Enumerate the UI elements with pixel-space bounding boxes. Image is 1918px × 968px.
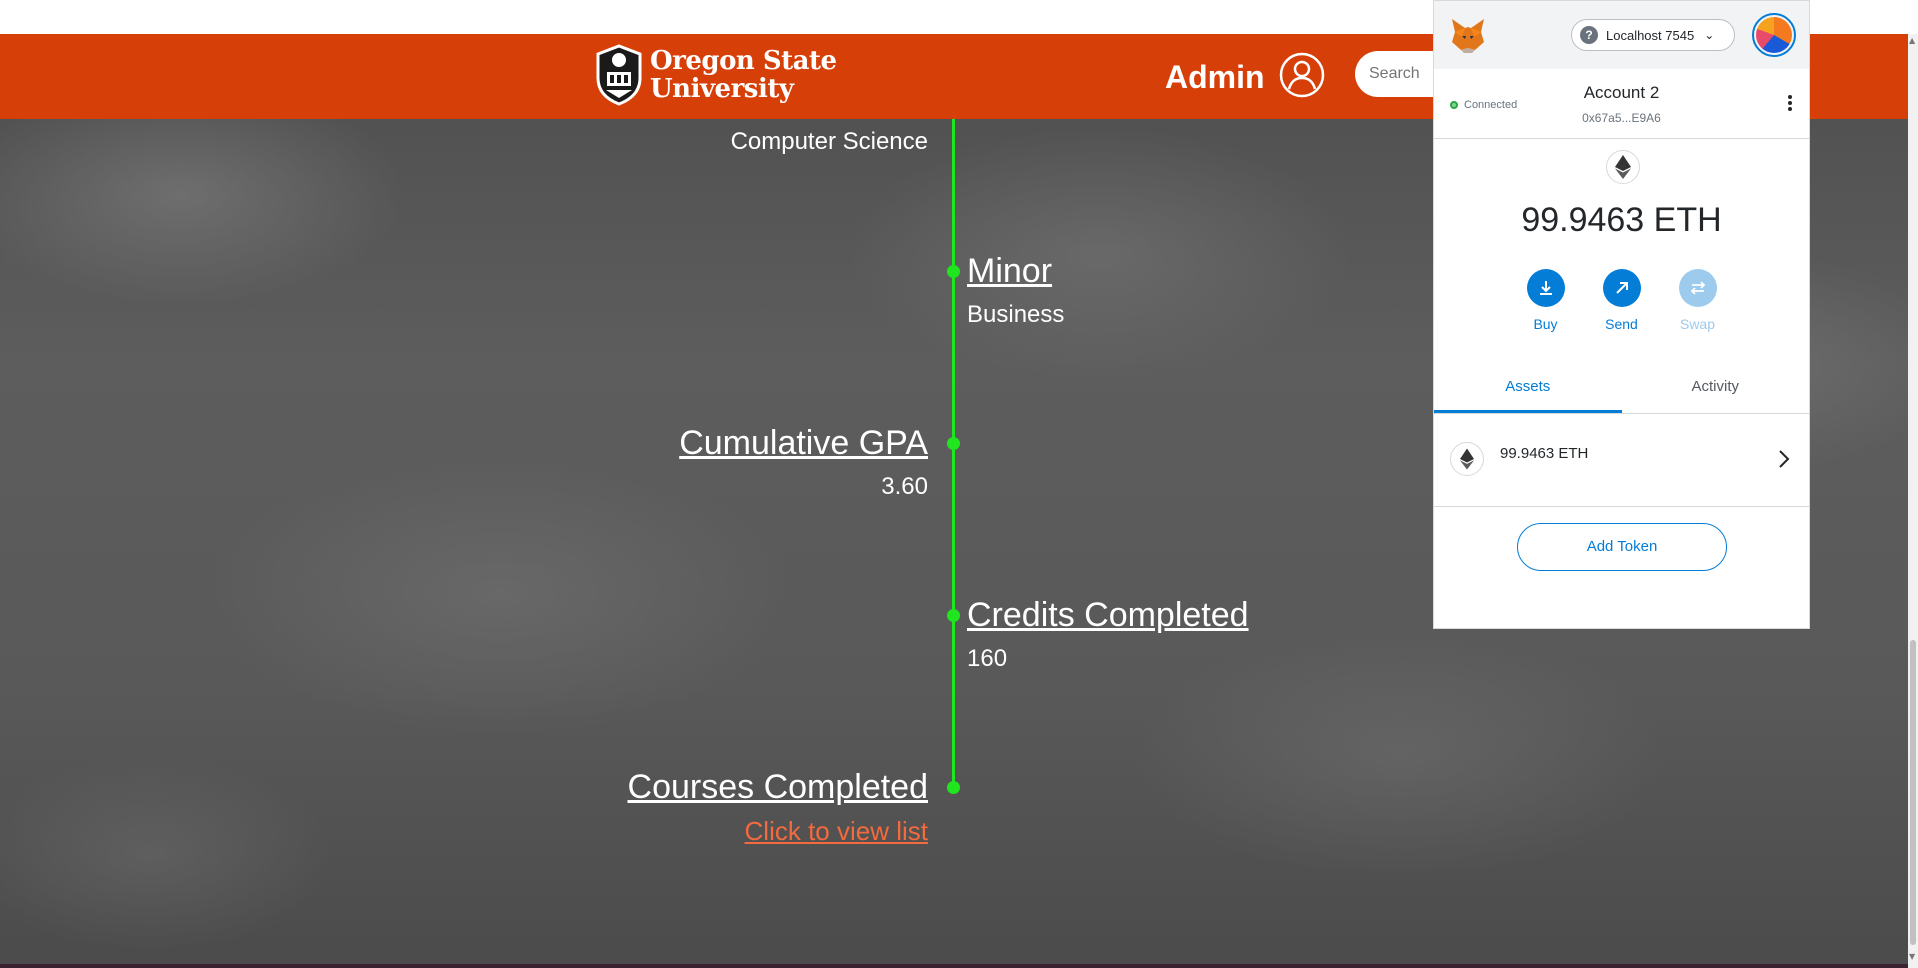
logo-line2: University — [650, 74, 794, 104]
tab-activity[interactable]: Activity — [1622, 366, 1810, 413]
courses-title: Courses Completed — [627, 768, 928, 806]
network-selector[interactable]: ? Localhost 7545 ⌄ — [1571, 19, 1735, 51]
account-avatar[interactable] — [1752, 13, 1796, 57]
send-button[interactable]: Send — [1584, 269, 1660, 332]
taskbar-edge — [0, 964, 1908, 968]
network-label: Localhost 7545 — [1606, 27, 1695, 43]
swap-icon — [1678, 269, 1717, 307]
osu-seal-icon — [596, 44, 642, 106]
wallet-tabs: Assets Activity — [1434, 366, 1809, 414]
account-name[interactable]: Account 2 — [1434, 83, 1809, 103]
admin-account[interactable]: Admin — [1165, 52, 1325, 102]
swap-button[interactable]: Swap — [1660, 269, 1736, 332]
asset-label: 99.9463 ETH — [1500, 445, 1589, 462]
arrow-up-right-icon — [1602, 269, 1641, 307]
wallet-actions: Buy Send Swap — [1434, 269, 1809, 332]
timeline-dot — [947, 265, 960, 278]
eth-icon — [1450, 442, 1484, 476]
metamask-popup: ? Localhost 7545 ⌄ Connected Account 2 0… — [1433, 0, 1810, 629]
search-input[interactable] — [1369, 65, 1439, 83]
metamask-fox-icon[interactable] — [1448, 15, 1488, 60]
timeline-line — [952, 119, 955, 789]
asset-row[interactable]: 99.9463 ETH — [1434, 415, 1809, 507]
chevron-down-icon: ⌄ — [1704, 28, 1715, 42]
view-courses-link[interactable]: Click to view list — [678, 816, 928, 847]
timeline-dot — [947, 781, 960, 794]
scroll-up-icon[interactable]: ▲ — [1909, 36, 1915, 45]
minor-title: Minor — [967, 252, 1053, 290]
question-icon: ? — [1580, 26, 1598, 44]
gpa-value: 3.60 — [881, 473, 928, 500]
scrollbar-thumb[interactable] — [1910, 640, 1916, 945]
gpa-title: Cumulative GPA — [679, 424, 928, 462]
metamask-header: ? Localhost 7545 ⌄ — [1434, 1, 1809, 69]
user-circle-icon[interactable] — [1279, 52, 1325, 102]
buy-button[interactable]: Buy — [1508, 269, 1584, 332]
minor-value: Business — [967, 301, 1065, 328]
chevron-right-icon — [1778, 449, 1790, 474]
kebab-menu-icon[interactable] — [1788, 95, 1792, 113]
swap-label: Swap — [1679, 316, 1716, 332]
admin-label: Admin — [1165, 58, 1265, 95]
major-value: Computer Science — [730, 128, 928, 155]
eth-balance: 99.9463 ETH — [1521, 201, 1722, 239]
download-icon — [1526, 269, 1565, 307]
logo-text: Oregon State University — [650, 47, 837, 103]
eth-icon — [1606, 150, 1640, 184]
osu-logo[interactable]: Oregon State University — [594, 44, 837, 106]
account-bar: Connected Account 2 0x67a5...E9A6 — [1434, 69, 1809, 139]
avatar-identicon — [1756, 17, 1792, 53]
credits-value: 160 — [967, 645, 1008, 672]
buy-label: Buy — [1533, 316, 1558, 332]
tab-assets[interactable]: Assets — [1434, 366, 1622, 413]
timeline-dot — [947, 437, 960, 450]
account-address[interactable]: 0x67a5...E9A6 — [1434, 111, 1809, 125]
add-token-button[interactable]: Add Token — [1517, 523, 1727, 571]
scroll-down-icon[interactable]: ▼ — [1909, 952, 1915, 961]
credits-title: Credits Completed — [967, 596, 1249, 634]
logo-line1: Oregon State — [650, 46, 837, 76]
send-label: Send — [1605, 316, 1638, 332]
timeline-dot — [947, 609, 960, 622]
